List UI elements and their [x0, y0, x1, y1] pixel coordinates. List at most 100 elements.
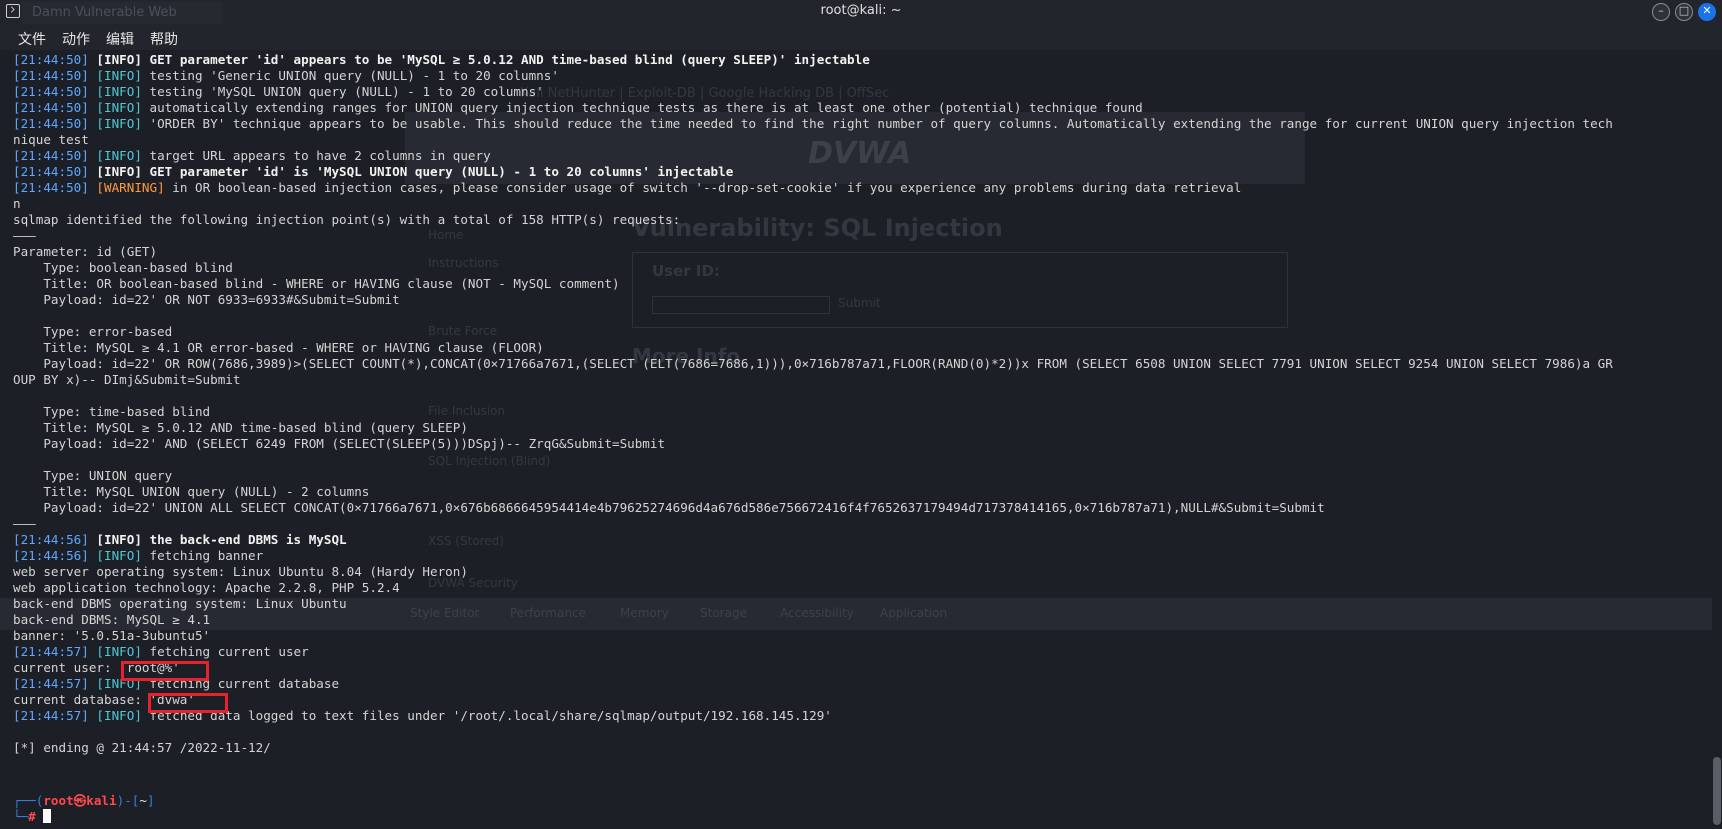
info-tag: [INFO]	[96, 84, 150, 99]
terminal-line: Type: error-based	[13, 324, 172, 340]
terminal-line: [21:44:57] [INFO] fetched data logged to…	[13, 708, 832, 724]
line-text: Type: time-based blind	[13, 404, 211, 419]
prompt-cwd: ~	[139, 793, 147, 808]
scrollbar-thumb[interactable]	[1713, 757, 1721, 825]
line-text: ———	[13, 516, 36, 531]
line-text: fetching current user	[149, 644, 309, 659]
terminal-line: Type: boolean-based blind	[13, 260, 233, 276]
line-text: Title: MySQL UNION query (NULL) - 2 colu…	[13, 484, 370, 499]
line-text: nique test	[13, 132, 89, 147]
timestamp: [21:44:50]	[13, 148, 97, 163]
terminal-line: Title: MySQL UNION query (NULL) - 2 colu…	[13, 484, 369, 500]
timestamp: [21:44:50]	[13, 52, 97, 67]
timestamp: [21:44:50]	[13, 84, 97, 99]
menu-file[interactable]: 文件	[18, 29, 46, 49]
prompt-line-1: ┌──(root㉿kali)-[~]	[13, 793, 155, 809]
scrollbar-track[interactable]	[1712, 50, 1722, 829]
terminal-line: Title: MySQL ≥ 5.0.12 AND time-based bli…	[13, 420, 468, 436]
line-text: Parameter: id (GET)	[13, 244, 158, 259]
terminal-line: ———	[13, 516, 36, 532]
terminal-line: [21:44:50] [INFO] testing 'Generic UNION…	[13, 68, 559, 84]
terminal-line: Payload: id=22' AND (SELECT 6249 FROM (S…	[13, 436, 665, 452]
line-text: Payload: id=22' UNION ALL SELECT CONCAT(…	[13, 500, 1325, 515]
prompt-user-host: root㉿kali	[43, 793, 117, 808]
terminal-line: Payload: id=22' OR ROW(7686,3989)>(SELEC…	[13, 356, 1613, 372]
terminal-line: [21:44:50] [INFO] GET parameter 'id' is …	[13, 164, 733, 180]
info-tag: [INFO]	[96, 116, 150, 131]
terminal-line: [21:44:56] [INFO] fetching banner	[13, 548, 263, 564]
terminal-line: n	[13, 196, 21, 212]
terminal-line: banner: '5.0.51a-3ubuntu5'	[13, 628, 210, 644]
timestamp: [21:44:50]	[13, 68, 97, 83]
menu-edit[interactable]: 编辑	[106, 29, 134, 49]
info-tag: [INFO]	[96, 548, 150, 563]
text-cursor	[43, 809, 52, 823]
line-text: the back-end DBMS is MySQL	[149, 532, 347, 547]
menu-action[interactable]: 动作	[62, 29, 90, 49]
line-text: Title: OR boolean-based blind - WHERE or…	[13, 276, 620, 291]
info-tag: [INFO]	[96, 52, 150, 67]
terminal-line: Payload: id=22' OR NOT 6933=6933#&Submit…	[13, 292, 400, 308]
line-text: [*] ending @ 21:44:57 /2022-11-12/	[13, 740, 271, 755]
timestamp: [21:44:57]	[13, 708, 97, 723]
terminal-line: Title: OR boolean-based blind - WHERE or…	[13, 276, 620, 292]
maximize-button[interactable]: □	[1675, 3, 1693, 21]
timestamp: [21:44:50]	[13, 116, 97, 131]
line-text: back-end DBMS operating system: Linux Ub…	[13, 596, 347, 611]
terminal-line: Type: UNION query	[13, 468, 172, 484]
terminal-line: Parameter: id (GET)	[13, 244, 157, 260]
line-text: fetching banner	[149, 548, 264, 563]
line-text: 'ORDER BY' technique appears to be usabl…	[149, 116, 1613, 131]
timestamp: [21:44:56]	[13, 532, 97, 547]
info-tag: [INFO]	[96, 68, 150, 83]
minimize-icon: –	[1658, 4, 1664, 17]
line-text: Payload: id=22' OR NOT 6933=6933#&Submit…	[13, 292, 400, 307]
line-text: n	[13, 196, 21, 211]
timestamp: [21:44:56]	[13, 548, 97, 563]
timestamp: [21:44:50]	[13, 180, 97, 195]
line-text: Payload: id=22' OR ROW(7686,3989)>(SELEC…	[13, 356, 1613, 371]
terminal-line: [*] ending @ 21:44:57 /2022-11-12/	[13, 740, 271, 756]
terminal-line: back-end DBMS operating system: Linux Ub…	[13, 596, 347, 612]
prompt-line-2[interactable]: └─#	[13, 809, 52, 825]
highlight-current-user	[121, 661, 209, 681]
close-button[interactable]: ✕	[1698, 3, 1716, 21]
line-text: Title: MySQL ≥ 5.0.12 AND time-based bli…	[13, 420, 468, 435]
line-text: Payload: id=22' AND (SELECT 6249 FROM (S…	[13, 436, 666, 451]
info-tag: [INFO]	[96, 100, 150, 115]
terminal-line: Title: MySQL ≥ 4.1 OR error-based - WHER…	[13, 340, 544, 356]
terminal-line: web server operating system: Linux Ubunt…	[13, 564, 468, 580]
terminal-line: Type: time-based blind	[13, 404, 210, 420]
line-text: GET parameter 'id' appears to be 'MySQL …	[149, 52, 870, 67]
timestamp: [21:44:57]	[13, 676, 97, 691]
terminal-line: [21:44:50] [INFO] 'ORDER BY' technique a…	[13, 116, 1613, 132]
line-text: testing 'MySQL UNION query (NULL) - 1 to…	[149, 84, 544, 99]
line-text: Type: UNION query	[13, 468, 173, 483]
menu-help[interactable]: 帮助	[150, 29, 178, 49]
prompt-corner: └─	[13, 809, 29, 824]
line-text: Type: error-based	[13, 324, 173, 339]
line-text: automatically extending ranges for UNION…	[149, 100, 1143, 115]
terminal-line: OUP BY x)-- DImj&Submit=Submit	[13, 372, 240, 388]
prompt-bracket-close: ]	[146, 793, 155, 808]
info-tag: [INFO]	[96, 644, 150, 659]
minimize-button[interactable]: –	[1652, 3, 1670, 21]
close-icon: ✕	[1702, 4, 1712, 17]
line-text: GET parameter 'id' is 'MySQL UNION query…	[149, 164, 734, 179]
line-text: target URL appears to have 2 columns in …	[149, 148, 491, 163]
line-text: Title: MySQL ≥ 4.1 OR error-based - WHER…	[13, 340, 544, 355]
title-bar: Damn Vulnerable Web root@kali: ~ – □ ✕	[0, 0, 1722, 27]
line-text: Type: boolean-based blind	[13, 260, 233, 275]
window-title: root@kali: ~	[820, 3, 902, 18]
maximize-icon: □	[1678, 4, 1690, 17]
warning-tag: [WARNING]	[96, 180, 173, 195]
menu-bar: 文件 动作 编辑 帮助	[0, 26, 1722, 50]
terminal-output[interactable]: [21:44:50] [INFO] GET parameter 'id' app…	[0, 50, 1722, 829]
line-text: web application technology: Apache 2.2.8…	[13, 580, 400, 595]
line-text: testing 'Generic UNION query (NULL) - 1 …	[149, 68, 559, 83]
highlight-current-database	[148, 693, 228, 713]
terminal-line: [21:44:50] [INFO] target URL appears to …	[13, 148, 491, 164]
prompt-symbol: #	[28, 809, 36, 824]
terminal-line: Payload: id=22' UNION ALL SELECT CONCAT(…	[13, 500, 1325, 516]
terminal-line: [21:44:56] [INFO] the back-end DBMS is M…	[13, 532, 347, 548]
